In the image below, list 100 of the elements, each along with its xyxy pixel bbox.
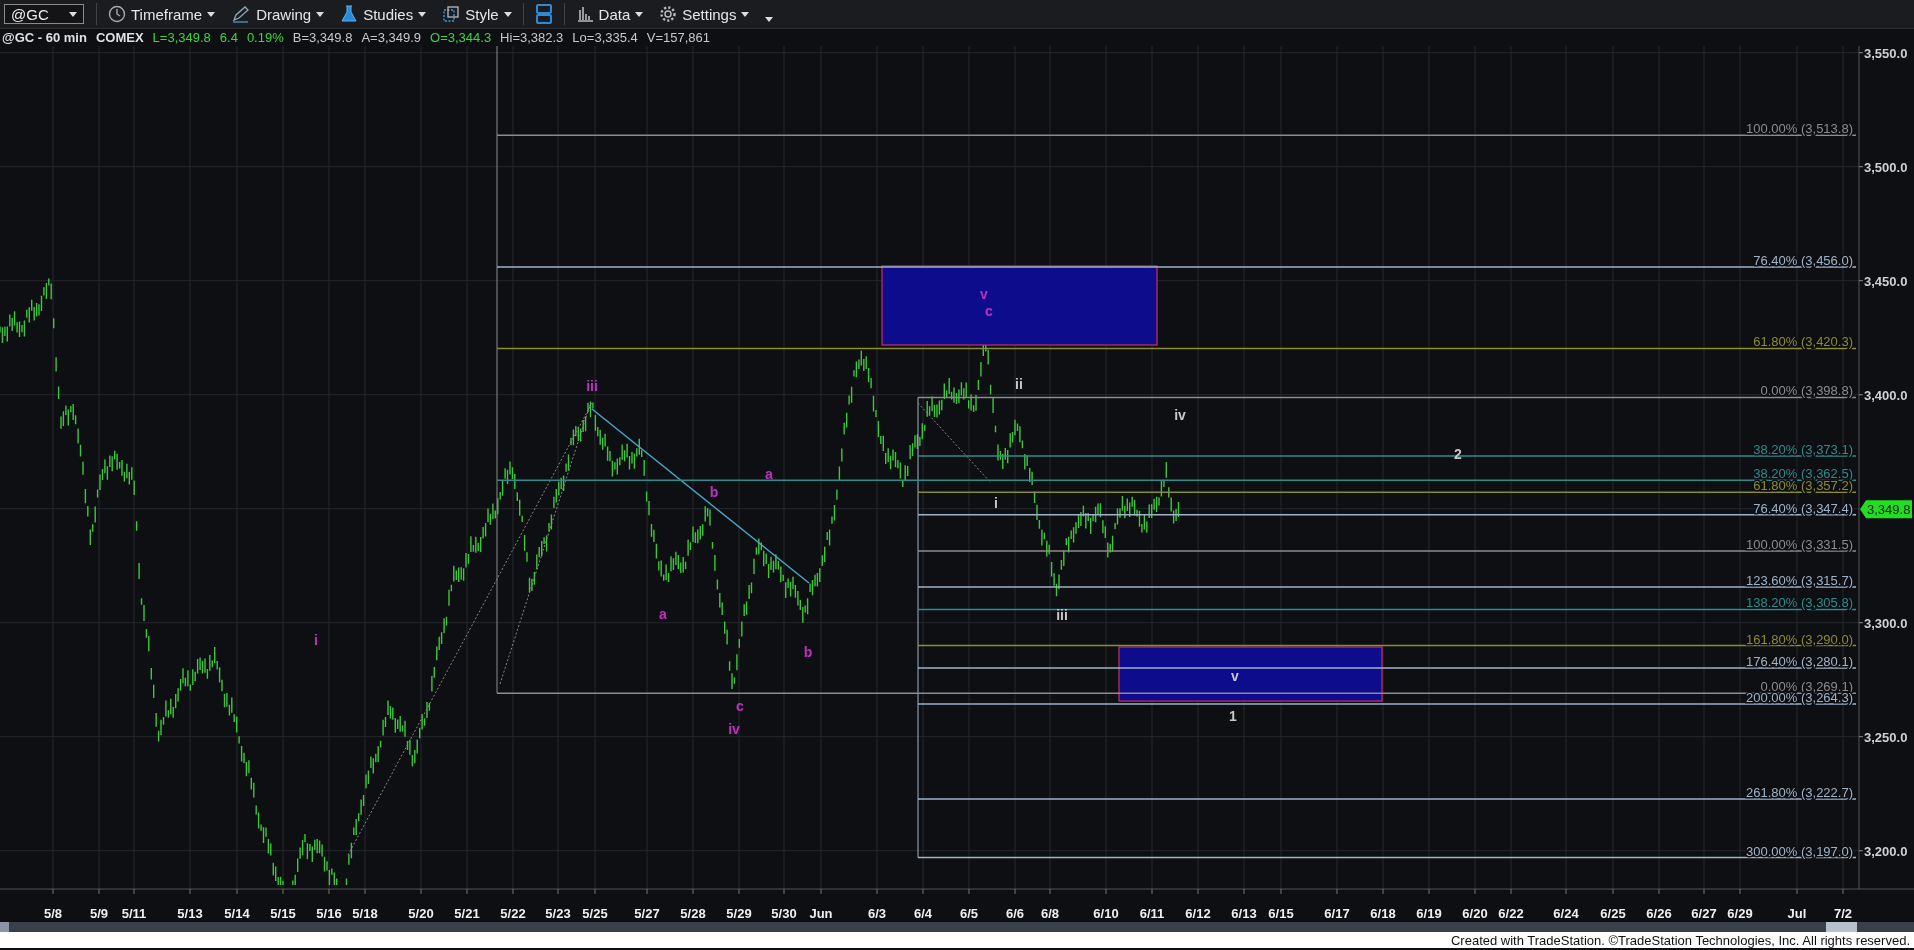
menu-button[interactable]: Settings	[654, 2, 755, 26]
date-axis-label: 5/22	[500, 906, 526, 921]
date-axis-label: 5/29	[726, 906, 752, 921]
date-axis-label: 5/13	[177, 906, 203, 921]
date-axis-label: 6/18	[1370, 906, 1396, 921]
wave-label: iv	[728, 721, 740, 737]
fib-level-label: 138.20% (3,305.8)	[1746, 595, 1853, 611]
caret-icon	[316, 11, 325, 17]
date-axis-label: 5/30	[771, 906, 797, 921]
quote-field: V=157,861	[646, 30, 711, 45]
date-axis-label: 7/2	[1833, 906, 1853, 921]
fib-level-label: 123.60% (3,315.7)	[1746, 572, 1853, 588]
fib-level-label: 38.20% (3,373.1)	[1753, 442, 1853, 458]
quote-field: @GC - 60 min	[2, 30, 87, 45]
menu-button[interactable]: Style	[437, 2, 517, 26]
caret-icon	[765, 17, 774, 22]
wave-label: ii	[1015, 376, 1023, 392]
bar-chart-icon	[575, 5, 594, 23]
fib-level-label: 100.00% (3,331.5)	[1746, 536, 1853, 552]
fib-level-label: 76.40% (3,456.0)	[1753, 253, 1853, 268]
wave-label: i	[994, 495, 998, 511]
fib-level-label: 161.80% (3,290.0)	[1746, 631, 1853, 647]
menu-button[interactable]: Timeframe	[103, 2, 221, 26]
date-axis-label: 5/15	[270, 906, 296, 921]
date-axis-label: 6/5	[959, 906, 979, 921]
date-axis-label: 6/4	[913, 906, 933, 921]
fib-level-label: 0.00% (3,398.8)	[1760, 383, 1853, 399]
caret-icon	[207, 11, 216, 17]
wave-label: a	[659, 606, 667, 622]
date-axis-label: 5/23	[545, 906, 571, 921]
caret-icon	[418, 11, 427, 17]
caret-icon	[503, 11, 512, 17]
date-axis-label: 6/13	[1231, 906, 1257, 921]
quote-field: 6.4	[219, 30, 238, 45]
date-axis-label: 5/20	[408, 906, 434, 921]
copyright-text: Created with TradeStation. ©TradeStation Technologies, Inc. All rights reserved.	[1450, 932, 1910, 948]
date-axis-label: 6/8	[1040, 906, 1060, 921]
clock-icon	[108, 5, 126, 23]
date-axis-label: 6/6	[1005, 906, 1025, 921]
price-axis-label: 3,200.0	[1864, 843, 1908, 859]
date-axis-label: 6/20	[1462, 906, 1488, 921]
date-axis-label: 5/18	[352, 906, 378, 921]
wave-label: i	[314, 632, 318, 648]
menu-button[interactable]: Drawing	[226, 2, 330, 26]
wave-label: 2	[1454, 446, 1462, 462]
fib-level-label: 300.00% (3,197.0)	[1746, 843, 1853, 859]
date-axis-label: 6/22	[1498, 906, 1524, 921]
date-axis-label: 6/11	[1139, 906, 1165, 921]
date-axis-label: 5/27	[634, 906, 660, 921]
menu-button[interactable]: Studies	[335, 2, 432, 26]
date-axis-label: Jun	[809, 906, 833, 921]
quote-field: A=3,349.9	[361, 30, 422, 45]
layout-icon	[534, 3, 553, 25]
fib-level-label: 100.00% (3,513.8)	[1746, 121, 1853, 137]
wave-label: v	[1231, 668, 1239, 684]
wave-label: v	[980, 286, 988, 302]
scrollbar[interactable]	[0, 922, 1914, 932]
date-axis-label: 5/25	[582, 906, 608, 921]
wave-label: c	[736, 698, 744, 714]
quote-field: Hi=3,382.3	[500, 30, 564, 45]
price-axis-label: 3,300.0	[1864, 615, 1908, 631]
date-axis-label: 6/15	[1268, 906, 1294, 921]
date-axis-label: 6/27	[1691, 906, 1717, 921]
date-axis-label: 5/14	[224, 906, 250, 921]
squares-icon	[442, 5, 461, 23]
wave-label: c	[985, 303, 993, 319]
price-axis-label: 3,450.0	[1864, 273, 1908, 289]
wave-label: iii	[1056, 607, 1068, 623]
caret-icon	[635, 11, 644, 17]
symbol-dropdown[interactable]: @GC	[4, 4, 84, 24]
date-axis-label: 6/24	[1553, 906, 1579, 921]
menu-button[interactable]: Data	[570, 2, 649, 26]
price-axis-label: 3,550.0	[1864, 46, 1908, 61]
quote-field: Lo=3,335.4	[572, 30, 638, 45]
quote-field: COMEX	[95, 30, 144, 45]
date-axis-label: 6/12	[1185, 906, 1211, 921]
date-axis-label: 5/9	[89, 906, 109, 921]
wave-label: iv	[1174, 407, 1186, 423]
fib-level-label: 76.40% (3,347.4)	[1753, 500, 1853, 516]
date-axis-label: 6/17	[1324, 906, 1350, 921]
date-axis-label: 5/16	[316, 906, 342, 921]
quote-field: L=3,349.8	[152, 30, 211, 45]
wave-label: b	[803, 644, 813, 660]
caret-icon	[69, 11, 77, 17]
quote-field: B=3,349.8	[292, 30, 353, 45]
wave-label: b	[709, 484, 719, 500]
wave-label: 1	[1229, 708, 1237, 724]
date-axis-label: Jul	[1787, 906, 1807, 921]
fib-level-label: 61.80% (3,420.3)	[1753, 334, 1853, 350]
wave-label: iii	[586, 378, 598, 394]
date-axis-label: 6/3	[867, 906, 887, 921]
date-axis-label: 5/21	[454, 906, 480, 921]
date-axis-label: 5/11	[121, 906, 147, 921]
price-axis-label: 3,400.0	[1864, 387, 1908, 403]
date-axis-label: 6/25	[1600, 906, 1626, 921]
quote-field: O=3,344.3	[430, 30, 492, 45]
wave-label: a	[765, 466, 773, 482]
price-axis-label: 3,500.0	[1864, 159, 1908, 175]
date-axis-label: 5/28	[680, 906, 706, 921]
last-price-tag: 3,349.8	[1860, 500, 1912, 519]
